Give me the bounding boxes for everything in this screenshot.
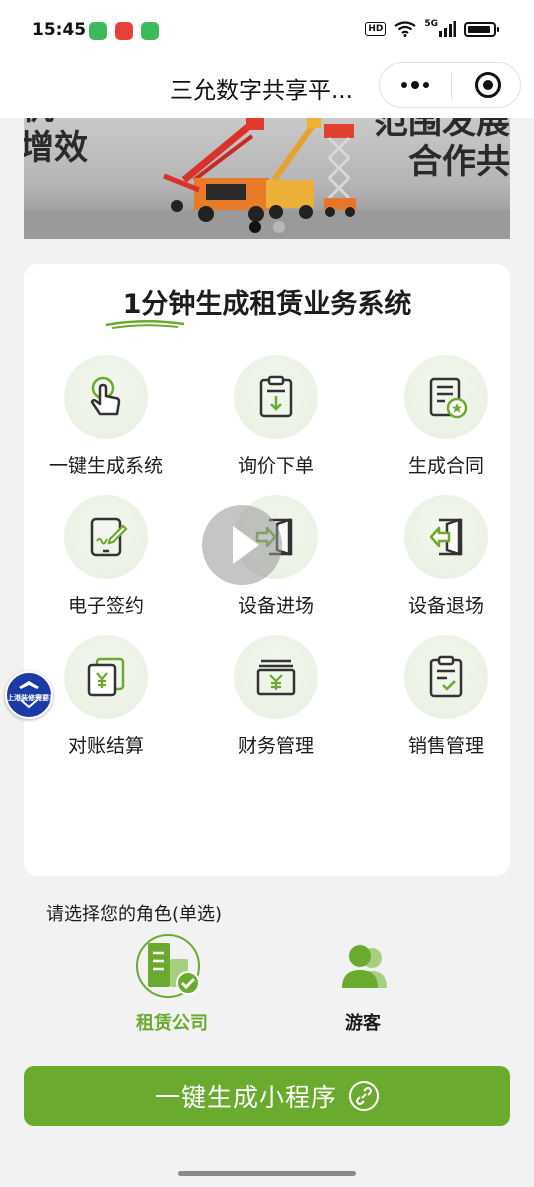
battery-icon <box>464 21 499 37</box>
close-mini-program-button[interactable] <box>475 72 501 98</box>
banner-dot[interactable] <box>273 221 285 233</box>
feature-label: 询价下单 <box>237 455 314 477</box>
feature-label: 设备退场 <box>407 595 484 617</box>
yuan-stack-icon <box>234 635 318 719</box>
more-dot-icon <box>423 82 429 88</box>
banner-text-line: 范围发展 <box>374 118 510 142</box>
wifi-icon <box>394 21 416 37</box>
generate-button-label: 一键生成小程序 <box>154 1083 337 1112</box>
floating-service-badge[interactable]: 上港装修需要车 <box>5 671 53 719</box>
feature-label: 财务管理 <box>237 735 314 757</box>
role-option-rental-company[interactable]: 租赁公司 <box>102 933 242 1043</box>
play-video-button[interactable] <box>202 505 282 585</box>
role-label: 租赁公司 <box>136 1013 208 1034</box>
feature-sales-management[interactable]: 销售管理 <box>364 635 534 757</box>
banner-text-right: 范围发展 合作共 <box>374 118 510 182</box>
home-indicator[interactable] <box>178 1171 356 1176</box>
nav-bar: 三允数字共享平... <box>0 62 534 118</box>
feature-one-click-generate[interactable]: 一键生成系统 <box>24 355 194 477</box>
banner-text-line: 机 <box>24 118 88 128</box>
network-type: 5G <box>424 19 438 29</box>
clipboard-download-icon <box>234 355 318 439</box>
more-dot-icon <box>411 81 419 89</box>
banner-text-line: 合作共 <box>408 142 510 182</box>
signal-icon <box>439 21 456 37</box>
page-title: 三允数字共享平... <box>170 78 353 104</box>
banner-pagination <box>249 221 285 233</box>
status-bar: 15:45 HD 5G <box>0 0 534 62</box>
banner-text-line: 增效 <box>24 128 88 168</box>
clipboard-check-icon <box>404 635 488 719</box>
role-prompt: 请选择您的角色(单选) <box>46 904 223 925</box>
feature-e-signature[interactable]: 电子签约 <box>24 495 194 617</box>
status-indicators: HD 5G <box>365 19 499 37</box>
badge-text: 上港装修需要车 <box>7 694 53 702</box>
feature-finance-management[interactable]: 财务管理 <box>194 635 364 757</box>
banner-text-left: 机 增效 <box>24 118 88 168</box>
capsule-divider <box>451 73 452 99</box>
door-exit-icon <box>404 495 488 579</box>
link-icon <box>349 1081 379 1111</box>
yuan-documents-icon <box>64 635 148 719</box>
feature-generate-contract[interactable]: 生成合同 <box>364 355 534 477</box>
card-title: 1分钟生成租赁业务系统 <box>122 289 412 320</box>
feature-equipment-exit[interactable]: 设备退场 <box>364 495 534 617</box>
company-building-icon <box>136 934 200 998</box>
feature-inquiry-order[interactable]: 询价下单 <box>194 355 364 477</box>
feature-label: 生成合同 <box>407 455 484 477</box>
more-dot-icon <box>401 82 407 88</box>
generate-mini-program-button[interactable]: 一键生成小程序 <box>24 1066 510 1126</box>
feature-label: 设备进场 <box>237 595 314 617</box>
visitor-user-icon <box>342 945 387 988</box>
music-app-icon <box>115 22 133 40</box>
status-time: 15:45 <box>32 20 87 40</box>
feature-label: 一键生成系统 <box>48 455 163 477</box>
tablet-sign-icon <box>64 495 148 579</box>
banner-dot-active[interactable] <box>249 221 261 233</box>
role-option-visitor[interactable]: 游客 <box>293 933 433 1043</box>
mini-program-capsule <box>379 62 521 108</box>
touch-click-icon <box>64 355 148 439</box>
contract-star-icon <box>404 355 488 439</box>
upload-app-icon <box>141 22 159 40</box>
hd-badge: HD <box>365 22 387 36</box>
title-underline-decoration <box>105 319 185 329</box>
feature-label: 电子签约 <box>67 595 144 617</box>
feature-label: 对账结算 <box>67 735 144 757</box>
message-app-icon <box>89 22 107 40</box>
feature-label: 销售管理 <box>407 735 484 757</box>
role-label: 游客 <box>345 1013 381 1034</box>
more-menu-button[interactable] <box>380 63 450 107</box>
